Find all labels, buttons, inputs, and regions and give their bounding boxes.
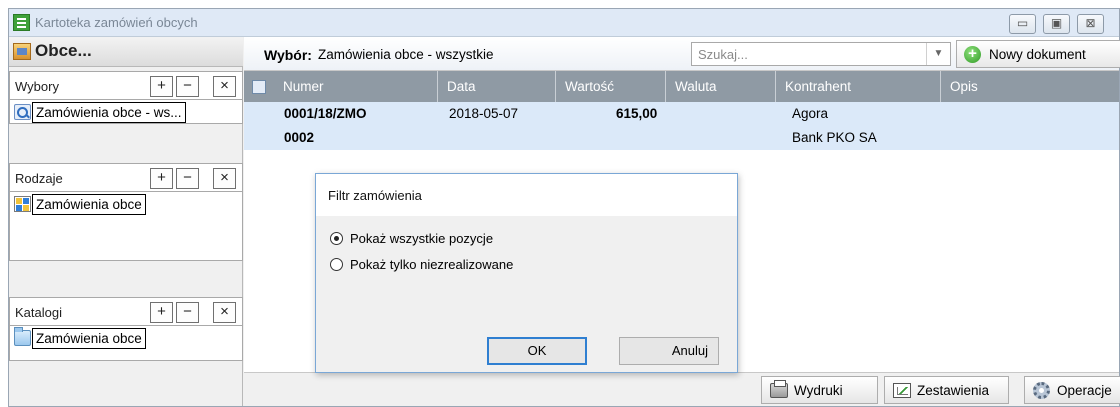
gear-icon [1033,382,1050,399]
select-all-checkbox[interactable] [252,80,266,94]
radio-button[interactable] [330,258,343,271]
section-rodzaje: Rodzaje + − × Zamówienia obce [9,163,243,263]
dialog-title: Filtr zamówienia [328,188,422,203]
remove-catalog-button[interactable]: − [176,302,199,323]
column-header-opis[interactable]: Opis [941,71,1120,102]
filter-dialog: Filtr zamówienia Pokaż wszystkie pozycje… [315,173,738,373]
cell-kontrahent: Agora [792,106,829,121]
search-filter-icon [14,104,31,120]
close-button[interactable]: ⊠ [1077,14,1104,34]
main-window: Kartoteka zamówień obcych ▭ ▣ ⊠ Obce... … [8,8,1120,407]
section-list: Zamówienia obce [9,326,243,361]
operations-label: Operacje [1057,383,1112,398]
reports-button[interactable]: Zestawienia [884,376,1009,404]
section-list: Zamówienia obce [9,192,243,261]
column-header-data[interactable]: Data [438,71,556,102]
selection-value: Zamówienia obce - wszystkie [318,47,494,62]
add-catalog-button[interactable]: + [150,302,173,323]
catalog-icon [13,43,31,60]
radio-label: Pokaż wszystkie pozycje [350,231,494,246]
table-row[interactable]: 0001/18/ZMO 2018-05-07 615,00 Agora [244,102,1119,126]
section-list: Zamówienia obce - ws... [9,100,243,124]
radio-button[interactable] [330,232,343,245]
folder-icon [14,327,31,346]
operations-button[interactable]: Operacje [1024,376,1120,404]
search-input[interactable] [692,43,924,65]
bottom-toolbar: Wydruki Zestawienia Operacje [244,372,1120,406]
section-header: Katalogi + − × [9,297,243,326]
section-wybory: Wybory + − × Zamówienia obce - ws... [9,71,243,128]
section-title: Rodzaje [15,171,63,186]
cell-wartosc: 615,00 [616,106,658,121]
title-bar[interactable]: Kartoteka zamówień obcych ▭ ▣ ⊠ [9,9,1119,37]
close-selection-button[interactable]: × [213,76,236,97]
sidebar-header-title: Obce... [35,41,92,60]
section-header: Wybory + − × [9,71,243,100]
sidebar: Obce... Wybory + − × Zamówienia obce - w… [9,37,243,406]
table-row[interactable]: 0002 Bank PKO SA [244,126,1119,150]
minimize-button[interactable]: ▭ [1009,14,1036,34]
grid-icon [14,196,31,212]
printer-icon [770,380,788,398]
add-type-button[interactable]: + [150,168,173,189]
close-type-button[interactable]: × [213,168,236,189]
plus-circle-icon: + [964,46,981,63]
new-document-label: Nowy dokument [989,47,1086,62]
selection-label: Wybór: [264,47,312,63]
chevron-down-icon[interactable]: ▼ [926,43,950,65]
ok-button[interactable]: OK [487,337,587,365]
reports-label: Zestawienia [917,383,990,398]
column-header-waluta[interactable]: Waluta [666,71,776,102]
column-header-numer[interactable]: Numer [274,71,438,102]
sidebar-header[interactable]: Obce... [9,37,243,67]
section-title: Katalogi [15,305,62,320]
chart-icon [893,383,911,398]
search-box[interactable]: ▼ [691,42,951,66]
dialog-body: Pokaż wszystkie pozycje Pokaż tylko niez… [316,216,737,372]
list-item[interactable]: Zamówienia obce - ws... [32,102,186,123]
section-title: Wybory [15,79,59,94]
cancel-button[interactable]: Anuluj [619,337,719,365]
remove-selection-button[interactable]: − [176,76,199,97]
cell-data: 2018-05-07 [449,106,519,121]
print-label: Wydruki [794,383,843,398]
window-title: Kartoteka zamówień obcych [35,15,198,30]
add-selection-button[interactable]: + [150,76,173,97]
column-header-wartosc[interactable]: Wartość [556,71,666,102]
new-document-button[interactable]: + Nowy dokument [956,40,1120,68]
cell-kontrahent: Bank PKO SA [792,130,877,145]
close-catalog-button[interactable]: × [213,302,236,323]
table-header: Numer Data Wartość Waluta Kontrahent Opi… [244,71,1119,102]
toolbar: Wybór: Zamówienia obce - wszystkie ▼ + N… [244,37,1120,71]
section-katalogi: Katalogi + − × Zamówienia obce [9,297,243,367]
list-item[interactable]: Zamówienia obce [32,194,146,215]
column-header-kontrahent[interactable]: Kontrahent [776,71,941,102]
radio-label: Pokaż tylko niezrealizowane [350,257,514,272]
section-header: Rodzaje + − × [9,163,243,192]
cell-numer: 0002 [284,130,315,145]
cell-numer: 0001/18/ZMO [284,106,367,121]
remove-type-button[interactable]: − [176,168,199,189]
maximize-button[interactable]: ▣ [1043,14,1070,34]
list-item[interactable]: Zamówienia obce [32,328,146,349]
app-icon [13,14,30,31]
print-button[interactable]: Wydruki [761,376,878,404]
